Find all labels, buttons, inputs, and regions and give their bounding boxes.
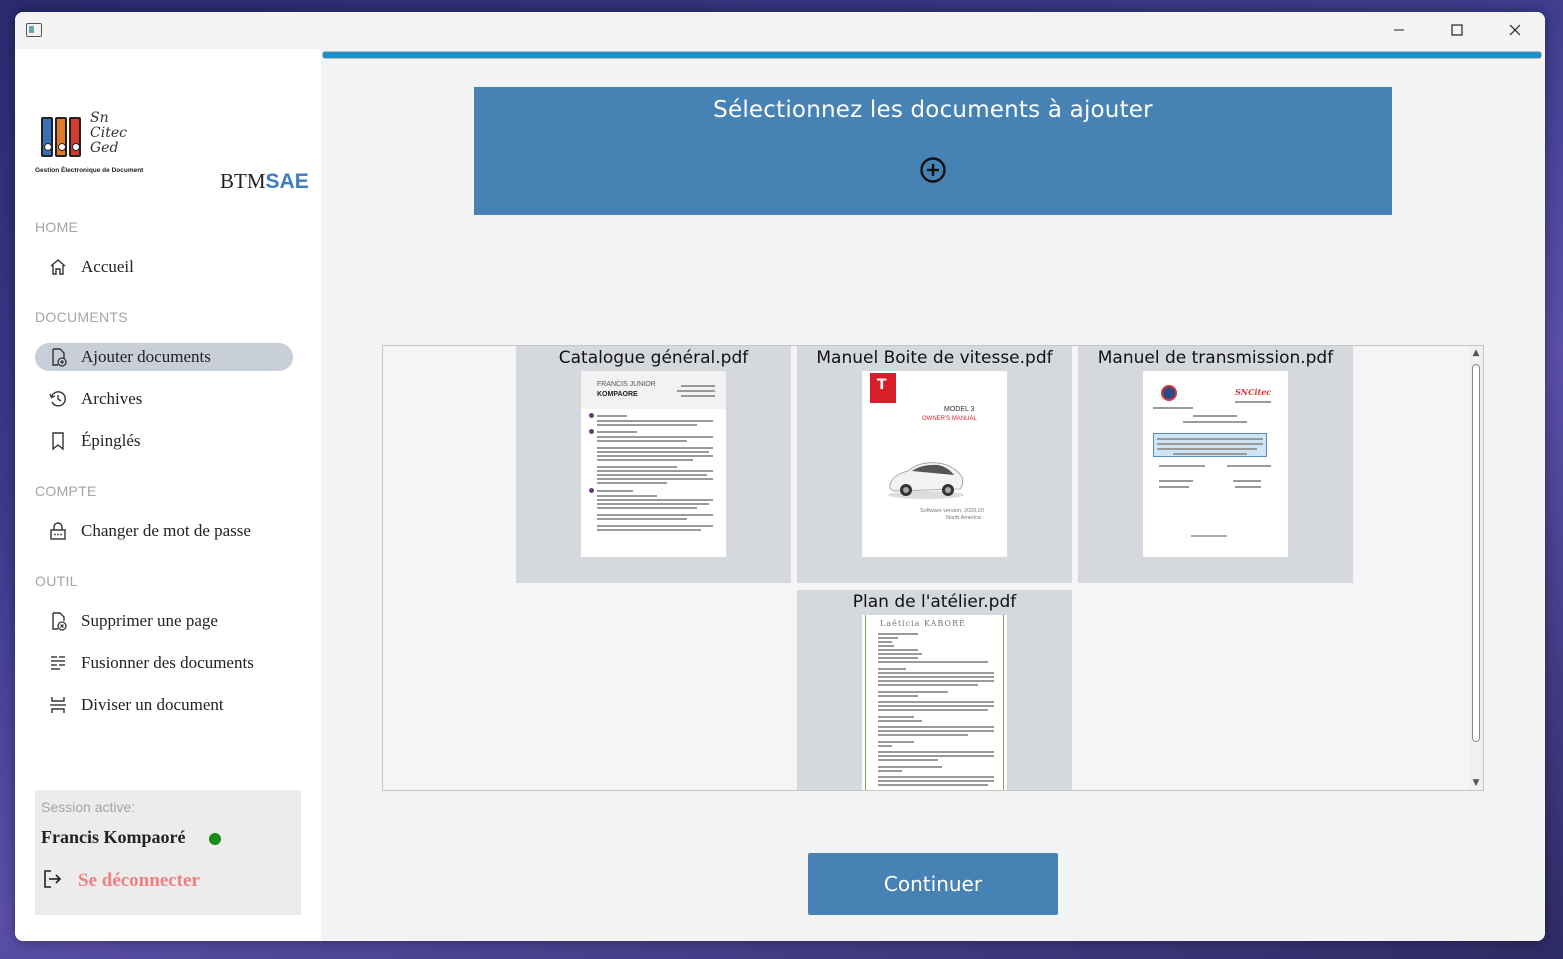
document-card[interactable]: Manuel Boite de vitesse.pdf MODEL 3 OWNE… <box>797 346 1072 583</box>
lock-icon <box>35 521 81 541</box>
section-outil: OUTIL <box>35 573 78 589</box>
add-circle-icon[interactable] <box>919 156 947 184</box>
logout-label: Se déconnecter <box>78 870 200 891</box>
document-thumbnail: MODEL 3 OWNER'S MANUAL Software version:… <box>862 371 1007 557</box>
binders-icon <box>41 117 81 157</box>
app-window: Sn Citec Ged Gestion Électronique de Doc… <box>15 12 1545 941</box>
car-icon <box>888 462 964 499</box>
nav-archives[interactable]: Archives <box>35 385 293 413</box>
nav-label: Ajouter documents <box>81 347 211 366</box>
logout-button[interactable]: Se déconnecter <box>41 868 200 894</box>
logout-icon <box>41 868 63 894</box>
minimize-icon[interactable] <box>1370 12 1428 48</box>
bookmark-icon <box>35 431 81 451</box>
document-name: Manuel Boite de vitesse.pdf <box>816 348 1053 368</box>
progress-fill <box>323 52 1541 58</box>
add-document-icon <box>35 347 81 367</box>
nav-ajouter-documents[interactable]: Ajouter documents <box>35 343 293 371</box>
title-bar <box>15 12 1545 49</box>
section-home: HOME <box>35 219 79 235</box>
university-seal-icon <box>1161 385 1177 401</box>
nav-diviser-document[interactable]: Diviser un document <box>35 691 293 719</box>
section-compte: COMPTE <box>35 483 97 499</box>
tesla-logo-icon <box>870 373 896 403</box>
nav-label: Fusionner des documents <box>81 653 254 672</box>
main-content: Sélectionnez les documents à ajouter Cat… <box>321 49 1545 941</box>
scroll-up-icon[interactable]: ▲ <box>1469 346 1483 360</box>
document-thumbnail: Laëticia KABORÉ <box>862 615 1007 790</box>
document-card[interactable]: Plan de l'atélier.pdf Laëticia KABORÉ <box>797 590 1072 790</box>
continue-button[interactable]: Continuer <box>808 853 1058 915</box>
online-status-dot <box>209 833 221 845</box>
document-thumbnail: SNCitec <box>1143 371 1288 557</box>
document-card[interactable]: Manuel de transmission.pdf SNCitec <box>1078 346 1353 583</box>
document-thumbnail: FRANCIS JUNIOR KOMPAORE <box>581 371 726 557</box>
document-name: Plan de l'atélier.pdf <box>852 592 1017 612</box>
history-icon <box>35 389 81 409</box>
document-name: Catalogue général.pdf <box>558 348 749 368</box>
logo-caption: Gestion Électronique de Document <box>35 167 144 174</box>
nav-label: Diviser un document <box>81 695 224 714</box>
document-drop-zone[interactable]: Sélectionnez les documents à ajouter <box>474 87 1392 215</box>
nav-supprimer-page[interactable]: Supprimer une page <box>35 607 293 635</box>
nav-label: Supprimer une page <box>81 611 218 630</box>
document-list[interactable]: Catalogue général.pdf FRANCIS JUNIOR KOM… <box>382 345 1484 791</box>
close-icon[interactable] <box>1486 12 1544 48</box>
nav-changer-mot-de-passe[interactable]: Changer de mot de passe <box>35 517 293 545</box>
section-documents: DOCUMENTS <box>35 309 128 325</box>
session-panel: Session active: Francis Kompaoré Se déco… <box>35 790 301 915</box>
maximize-icon[interactable] <box>1428 12 1486 48</box>
drop-zone-title: Sélectionnez les documents à ajouter <box>713 97 1153 123</box>
nav-label: Accueil <box>81 257 134 276</box>
split-icon <box>35 695 81 715</box>
home-icon <box>35 257 81 277</box>
nav-fusionner-documents[interactable]: Fusionner des documents <box>35 649 293 677</box>
nav-label: Épinglés <box>81 431 141 450</box>
sidebar: Sn Citec Ged Gestion Électronique de Doc… <box>15 49 321 941</box>
nav-label: Changer de mot de passe <box>81 521 251 540</box>
app-icon <box>26 23 42 37</box>
nav-epingles[interactable]: Épinglés <box>35 427 293 455</box>
nav-label: Archives <box>81 389 143 408</box>
sncitec-logo: Sn Citec Ged Gestion Électronique de Doc… <box>35 110 144 175</box>
progress-bar <box>322 51 1542 59</box>
merge-icon <box>35 653 81 673</box>
session-user: Francis Kompaoré <box>41 827 186 847</box>
scroll-thumb[interactable] <box>1472 364 1480 742</box>
scroll-down-icon[interactable]: ▼ <box>1469 776 1483 790</box>
nav-accueil[interactable]: Accueil <box>35 253 293 281</box>
document-name: Manuel de transmission.pdf <box>1097 348 1334 368</box>
session-label: Session active: <box>41 799 136 815</box>
document-card[interactable]: Catalogue général.pdf FRANCIS JUNIOR KOM… <box>516 346 791 583</box>
delete-page-icon <box>35 611 81 631</box>
brand-logo: BTMSAE <box>220 169 309 193</box>
scrollbar[interactable]: ▲ ▼ <box>1469 346 1483 790</box>
